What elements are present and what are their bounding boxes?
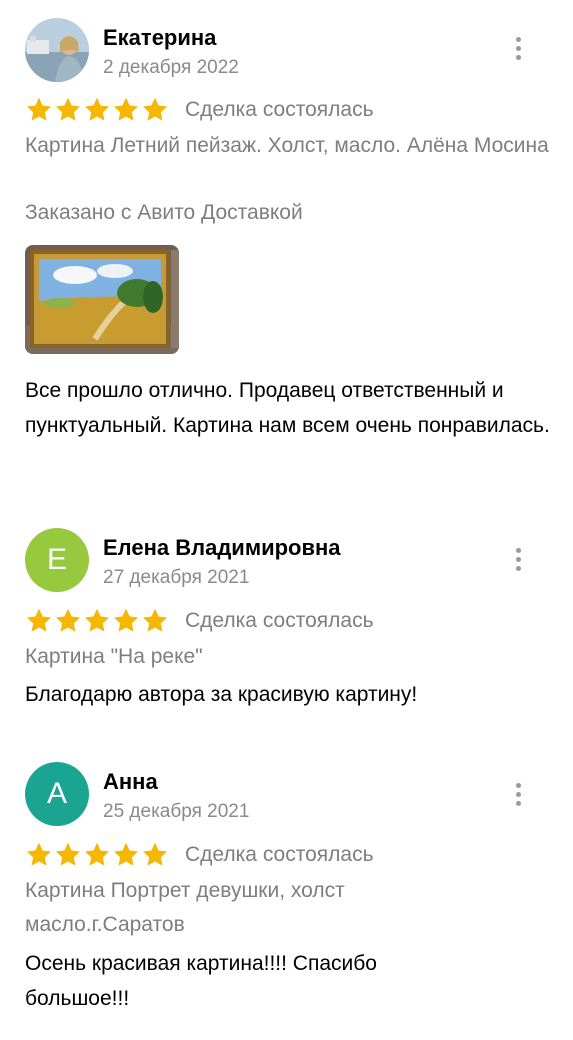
more-options-button[interactable]	[508, 546, 528, 576]
avatar[interactable]	[25, 18, 89, 82]
avatar-letter: Е	[46, 543, 67, 576]
more-options-button[interactable]	[508, 781, 528, 811]
star-icon	[142, 97, 168, 121]
more-vertical-icon	[516, 783, 521, 788]
deal-status: Сделка состоялась	[185, 843, 374, 866]
star-icon	[26, 97, 52, 121]
review-text: Осень красивая картина!!!! Спасибо больш…	[25, 952, 377, 1010]
avatar-photo	[25, 18, 89, 82]
review-text: Все прошло отлично. Продавец ответственн…	[25, 379, 550, 437]
rating-stars	[25, 607, 170, 635]
author-name[interactable]: Екатерина	[103, 25, 216, 51]
author-name[interactable]: Елена Владимировна	[103, 535, 341, 561]
painting-photo	[25, 245, 179, 354]
deal-status: Сделка состоялась	[185, 98, 374, 121]
item-title: Картина "На реке"	[25, 645, 203, 668]
star-icon	[55, 608, 81, 632]
delivery-note: Заказано с Авито Доставкой	[25, 201, 303, 224]
star-icon	[84, 97, 110, 121]
item-title: Картина Портрет девушки, холст масло.г.С…	[25, 879, 345, 936]
star-icon	[26, 608, 52, 632]
star-icon	[84, 608, 110, 632]
more-options-button[interactable]	[508, 35, 528, 65]
review-date: 25 декабря 2021	[103, 801, 250, 822]
review-date: 2 декабря 2022	[103, 57, 239, 78]
rating-stars	[25, 96, 170, 124]
star-icon	[55, 97, 81, 121]
review-photo[interactable]	[25, 245, 179, 354]
star-icon	[113, 608, 139, 632]
deal-status: Сделка состоялась	[185, 609, 374, 632]
avatar-letter: А	[46, 777, 67, 810]
star-icon	[84, 842, 110, 866]
avatar[interactable]: Е	[25, 528, 89, 592]
item-title: Картина Летний пейзаж. Холст, масло. Алё…	[25, 134, 549, 157]
star-icon	[113, 97, 139, 121]
star-icon	[142, 842, 168, 866]
star-icon	[113, 842, 139, 866]
review-date: 27 декабря 2021	[103, 567, 250, 588]
more-vertical-icon	[516, 548, 521, 553]
review-text: Благодарю автора за красивую картину!	[25, 683, 418, 706]
star-icon	[142, 608, 168, 632]
star-icon	[55, 842, 81, 866]
avatar[interactable]: А	[25, 762, 89, 826]
more-vertical-icon	[516, 37, 521, 42]
author-name[interactable]: Анна	[103, 769, 158, 795]
rating-stars	[25, 841, 170, 869]
star-icon	[26, 842, 52, 866]
